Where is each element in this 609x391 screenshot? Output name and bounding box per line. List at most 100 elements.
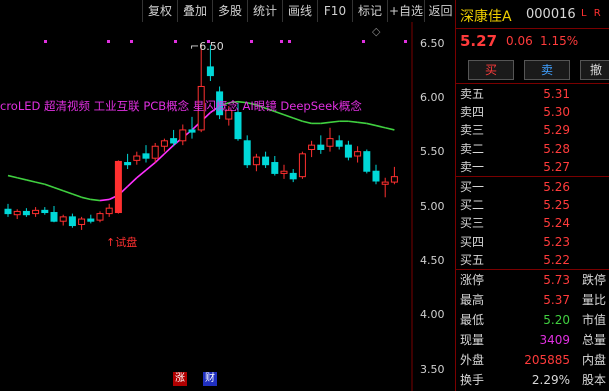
ask-row[interactable]: 卖四 5.30 xyxy=(460,103,608,122)
row-label-secondary: 股本 xyxy=(581,373,606,387)
candle-body xyxy=(381,181,389,185)
candle-body xyxy=(4,208,12,215)
ask-row[interactable]: 卖二 5.28 xyxy=(460,140,608,159)
ma-segment xyxy=(99,198,110,202)
row-label: 买三 xyxy=(460,216,485,231)
candle-body xyxy=(68,216,76,227)
lr-toggle[interactable]: L R xyxy=(581,8,603,19)
ask-row[interactable]: 卖五 5.31 xyxy=(460,85,608,104)
ma-segment xyxy=(127,177,138,188)
statistics-button[interactable]: 统计 xyxy=(247,0,282,22)
candle-body xyxy=(243,140,251,166)
ma-segment xyxy=(385,126,395,131)
kline-chart[interactable] xyxy=(0,22,455,391)
candle-body xyxy=(96,213,104,221)
candle-body xyxy=(390,176,398,183)
marker-dot xyxy=(250,40,253,43)
row-label: 买四 xyxy=(460,234,485,249)
candle-body xyxy=(317,144,325,150)
candle-body xyxy=(271,162,279,174)
marker-dot xyxy=(280,40,283,43)
candle-body xyxy=(354,151,362,157)
candle-body xyxy=(78,218,86,225)
stat-row[interactable]: 换手 2.29% 股本 xyxy=(460,371,608,390)
mark-button[interactable]: 标记 xyxy=(352,0,387,22)
row-label: 买二 xyxy=(460,198,485,213)
stat-row[interactable]: 最低 5.20 市值 xyxy=(460,311,608,330)
row-value: 5.23 xyxy=(543,234,570,249)
marker-dot xyxy=(362,40,365,43)
ma-segment xyxy=(292,117,303,122)
row-label: 最低 xyxy=(460,313,485,327)
bid-row[interactable]: 买五 5.22 xyxy=(460,251,608,270)
stat-row[interactable]: 涨停 5.73 跌停 xyxy=(460,271,608,290)
row-label-secondary: 跌停 xyxy=(581,273,606,287)
ask-row[interactable]: 卖三 5.29 xyxy=(460,121,608,140)
buy-button[interactable]: 买 xyxy=(468,60,514,80)
diamond-icon[interactable]: ◇ xyxy=(372,25,380,38)
divider xyxy=(456,83,609,84)
stat-row[interactable]: 现量 3409 总量 xyxy=(460,331,608,350)
bid-row[interactable]: 买一 5.26 xyxy=(460,178,608,197)
ma-segment xyxy=(81,196,91,201)
bid-row[interactable]: 买三 5.24 xyxy=(460,214,608,233)
ask-row[interactable]: 卖一 5.27 xyxy=(460,158,608,177)
stat-row[interactable]: 外盘 205885 内盘 xyxy=(460,351,608,370)
marker-dot xyxy=(404,40,407,43)
candle-body xyxy=(326,138,334,147)
candle-body xyxy=(335,140,343,147)
row-label: 卖四 xyxy=(460,105,485,120)
limit-up-badge[interactable]: 涨 xyxy=(173,372,187,386)
y-tick-label: 4.00 xyxy=(420,308,445,321)
f10-button[interactable]: F10 xyxy=(317,0,352,22)
candle-body xyxy=(160,140,168,147)
finance-badge[interactable]: 财 xyxy=(203,372,217,386)
ma-segment xyxy=(357,121,367,125)
draw-line-button[interactable]: 画线 xyxy=(282,0,317,22)
back-button[interactable]: 返回 xyxy=(424,0,456,22)
row-label: 卖五 xyxy=(460,87,485,101)
overlay-button[interactable]: 叠加 xyxy=(177,0,212,22)
marker-dot xyxy=(44,40,47,43)
ma-segment xyxy=(145,161,156,171)
marker-dot xyxy=(107,40,110,43)
candle-body xyxy=(151,145,159,159)
candle-body xyxy=(344,144,352,158)
candle-body xyxy=(372,170,380,182)
cancel-order-button[interactable]: 撤 xyxy=(580,60,609,80)
bid-row[interactable]: 买四 5.23 xyxy=(460,233,608,252)
ma-segment xyxy=(348,120,358,124)
bid-row[interactable]: 买二 5.25 xyxy=(460,196,608,215)
candle-body xyxy=(133,155,141,161)
ma-segment xyxy=(283,113,294,119)
candle-body xyxy=(59,216,67,222)
candle-body xyxy=(50,212,58,222)
price-change: 0.06 xyxy=(506,34,533,48)
row-value: 5.37 xyxy=(543,293,570,307)
candle-body xyxy=(280,170,288,174)
y-tick-label: 3.50 xyxy=(420,363,445,376)
fuquan-button[interactable]: 复权 xyxy=(142,0,177,22)
ma-segment xyxy=(44,183,55,189)
candle-body xyxy=(234,112,242,140)
row-label: 买一 xyxy=(460,180,485,194)
add-favorite-button[interactable]: +自选 xyxy=(387,0,424,22)
ma-segment xyxy=(375,124,386,129)
row-label: 卖一 xyxy=(460,159,485,174)
chart-toolbar: 复权 叠加 多股 统计 画线 F10 标记 +自选 返回 xyxy=(0,0,455,22)
stat-row[interactable]: 最高 5.37 量比 xyxy=(460,291,608,310)
concept-tags: croLED 超清视频 工业互联 PCB概念 星闪概念 AI眼镜 DeepSee… xyxy=(0,99,362,113)
candle-body xyxy=(206,66,214,77)
high-arrow-icon: ⌐ xyxy=(190,40,200,53)
row-label: 买五 xyxy=(460,252,485,267)
multi-stock-button[interactable]: 多股 xyxy=(212,0,247,22)
ma-segment xyxy=(62,190,73,195)
ma-segment xyxy=(136,169,147,179)
row-value: 5.26 xyxy=(543,180,570,194)
row-label-secondary: 量比 xyxy=(581,293,606,307)
y-tick-label: 6.00 xyxy=(420,91,445,104)
row-label: 换手 xyxy=(460,373,485,387)
sell-button[interactable]: 卖 xyxy=(524,60,570,80)
candle-body xyxy=(298,153,306,178)
ma-segment xyxy=(90,198,101,202)
